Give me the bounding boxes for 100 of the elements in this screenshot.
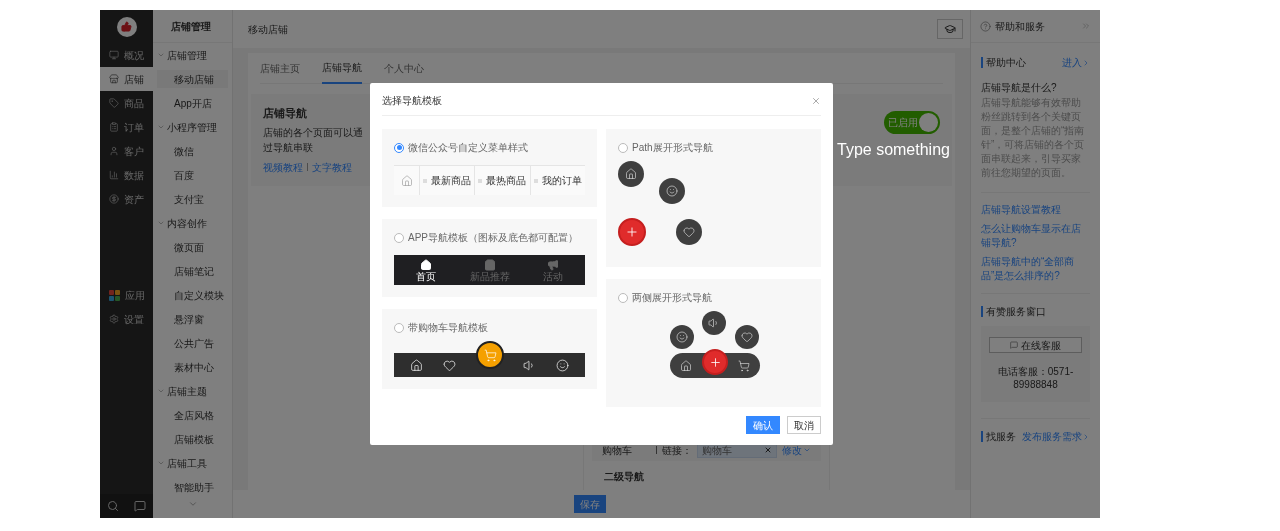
section-heading: 有赞服务窗口 [981,306,1046,317]
home-icon [410,358,424,372]
settings-icon [109,314,119,324]
save-button[interactable]: 保存 [574,495,606,513]
template-card[interactable]: 微信公众号自定义菜单样式 最新商品 最热商品 我的订单 [382,129,597,207]
tutorial-link[interactable]: 视频教程 [263,159,303,175]
subnav-item[interactable]: 自定义模块 [157,286,228,304]
help-title: 帮助和服务 [995,19,1046,34]
subnav-item[interactable]: 全店风格 [157,406,228,424]
section-heading: 帮助中心 [981,57,1026,68]
section-title: 店铺导航 [263,106,308,121]
post-request-link[interactable]: 发布服务需求 [1022,429,1090,444]
course-button[interactable] [937,19,963,39]
chevron-down-icon [803,446,811,454]
subsection-title: 二级导航 [603,470,645,484]
chevron-down-icon [157,387,165,395]
tab[interactable]: 店铺主页 [260,53,300,84]
home-icon [400,174,413,187]
subnav-item[interactable]: 微信 [157,142,228,160]
help-link[interactable]: 怎么让购物车显示在店铺导航? [981,222,1090,250]
template-card[interactable]: 两侧展开形式导航 [606,279,821,407]
chevron-down-icon [157,219,165,227]
list-icon [109,122,119,132]
help-link[interactable]: 店铺导航设置教程 [981,203,1090,217]
enter-link[interactable]: 进入 [1062,55,1090,70]
subnav-group[interactable]: 小程序管理 [153,115,232,139]
nav-item[interactable]: 客户 [100,139,153,163]
cart-icon [738,359,750,372]
radio-button[interactable] [394,232,404,243]
nav-item[interactable]: 应用 [100,283,153,307]
help-icon [980,20,991,32]
template-label: 两侧展开形式导航 [632,291,712,305]
tab-label: 首页 [415,270,436,282]
bar-chart-icon [109,170,119,180]
subnav-title: 店铺管理 [153,10,232,43]
subnav-item[interactable]: 百度 [157,166,228,184]
subnav-item[interactable]: 智能助手 [157,478,228,496]
tag-icon [109,98,119,108]
radio-button[interactable] [618,142,628,153]
chevron-down-icon[interactable] [187,499,198,509]
section-description: 店铺的各个页面可以通过导航串联 [263,125,364,155]
template-label: APP导航模板（图标及底色都可配置） [408,231,578,245]
clear-icon[interactable] [764,446,772,454]
subnav-group[interactable]: 内容创作 [153,211,232,235]
subnav-item[interactable]: 支付宝 [157,190,228,208]
page-title: 移动店铺 [248,22,288,37]
template-label: 带购物车导航模板 [408,321,488,335]
subnav-item[interactable]: 素材中心 [157,358,228,376]
template-label: 微信公众号自定义菜单样式 [408,141,528,155]
search-icon[interactable] [107,500,120,512]
bullet-icon [423,178,428,183]
subnav-item[interactable]: 店铺笔记 [157,262,228,280]
subnav-group[interactable]: 店铺工具 [153,451,232,475]
subnav-group[interactable]: 店铺管理 [153,43,232,67]
subnav-item[interactable]: 悬浮窗 [157,310,228,328]
coin-icon [109,194,119,204]
tab[interactable]: 个人中心 [384,53,424,84]
nav-item[interactable]: 数据 [100,163,153,187]
overlay-text: Type something [837,140,950,160]
nav-item[interactable]: 店铺 [100,67,153,91]
cancel-button[interactable]: 取消 [787,416,821,434]
store-icon [109,74,119,84]
nav-item[interactable]: 概况 [100,43,153,67]
online-service-button[interactable]: 在线客服 [989,337,1082,353]
help-link[interactable]: 店铺导航中的“全部商品”是怎么排序的? [981,255,1090,283]
template-card[interactable]: Path展开形式导航 [606,129,821,267]
menu-item: 最热商品 [486,174,527,188]
template-card[interactable]: 带购物车导航模板 [382,309,597,389]
section-heading: 找服务 [981,431,1016,442]
chevron-down-icon [157,123,165,131]
phone-text: 电话客服：0571-89988848 [996,365,1075,391]
subnav-item[interactable]: 移动店铺 [157,70,228,88]
heart-icon [443,358,457,372]
subnav-item[interactable]: 微页面 [157,238,228,256]
tab[interactable]: 店铺导航 [322,53,362,84]
template-label: Path展开形式导航 [632,141,713,155]
link-label: 链接： [662,443,693,458]
radio-button[interactable] [394,142,404,153]
subnav-item[interactable]: 店铺模板 [157,430,228,448]
chevron-down-icon [157,51,165,59]
confirm-button[interactable]: 确认 [746,416,780,434]
nav-name: 购物车 [602,443,633,458]
close-icon[interactable] [811,95,821,106]
radio-button[interactable] [618,292,628,303]
apps-icon [109,289,120,301]
tutorial-link[interactable]: 文字教程 [312,159,352,175]
smile-icon [555,358,569,372]
edit-link[interactable]: 修改 [782,442,811,458]
dialog-title: 选择导航模板 [382,94,442,108]
subnav-item[interactable]: App开店 [157,94,228,112]
subnav-item[interactable]: 公共广告 [157,334,228,352]
chat-icon[interactable] [133,500,146,512]
subnav-group[interactable]: 店铺主题 [153,379,232,403]
radio-button[interactable] [394,322,404,333]
chevron-right-icon [1082,432,1090,441]
chat-icon [1010,341,1018,349]
logo-icon[interactable] [116,16,137,37]
nav-item[interactable]: 资产 [100,187,153,211]
megaphone-icon [547,258,560,271]
home-icon [680,359,692,372]
